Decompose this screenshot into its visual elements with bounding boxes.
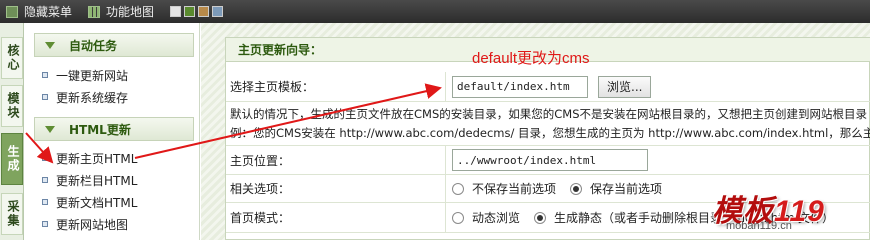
hide-menu-label: 隐藏菜单 (24, 5, 73, 19)
tab-generate[interactable]: 生成 (1, 133, 23, 185)
bullet-icon (42, 94, 48, 100)
menu-item-label: 更新主页HTML (56, 151, 138, 166)
hide-menu-button[interactable]: 隐藏菜单 (0, 0, 78, 23)
site-map-button[interactable]: 功能地图 (82, 0, 160, 23)
grid-icon (88, 5, 101, 18)
divider (445, 175, 446, 202)
menu-item-label: 更新网站地图 (56, 217, 129, 232)
theme-swatch[interactable] (170, 6, 182, 17)
position-label: 主页位置： (230, 153, 291, 168)
tab-collect[interactable]: 采集 (1, 193, 23, 235)
watermark-logo: 模板119 moban119.cn (712, 186, 864, 236)
menu-item-update-docs[interactable]: 更新文档HTML (42, 194, 137, 210)
menu-group-auto-tasks[interactable]: 自动任务 (34, 33, 194, 57)
menu-item-update-column[interactable]: 更新栏目HTML (42, 172, 137, 188)
option-label: 动态浏览 (472, 211, 521, 225)
theme-swatch[interactable] (198, 6, 210, 17)
template-value-cell: default/index.htm 浏览... (452, 72, 652, 101)
note-line-1: 默认的情况下，生成的主页文件放在CMS的安装目录，如果您的CMS不是安装在网站根… (230, 107, 867, 121)
bullet-icon (42, 72, 48, 78)
tab-modules[interactable]: 模块 (1, 85, 23, 127)
position-input[interactable]: ../wwwroot/index.html (452, 149, 648, 171)
bullet-icon (42, 199, 48, 205)
top-toolbar: 隐藏菜单 功能地图 (0, 0, 870, 23)
annotation-text: default更改为cms (472, 50, 590, 67)
menu-item-update-homepage[interactable]: 更新主页HTML (42, 150, 137, 166)
radio-checked-icon (570, 182, 583, 195)
radio-icon (452, 182, 464, 195)
tab-core[interactable]: 核心 (1, 37, 23, 79)
bullet-icon (42, 177, 48, 183)
option-label: 不保存当前选项 (472, 182, 557, 196)
site-map-label: 功能地图 (106, 5, 155, 19)
mode-dynamic[interactable]: 动态浏览 (452, 209, 520, 226)
chevron-down-icon (45, 125, 55, 133)
template-label: 选择主页模板： (230, 80, 315, 94)
menu-item-label: 更新栏目HTML (56, 173, 138, 188)
radio-icon (452, 211, 464, 224)
watermark-sub: moban119.cn (726, 220, 792, 232)
options-value-cell: 不保存当前选项 保存当前选项 (452, 175, 676, 202)
position-value-cell: ../wwwroot/index.html (452, 146, 648, 174)
divider (445, 146, 446, 174)
options-label: 相关选项： (230, 182, 291, 196)
mode-label: 首页模式： (230, 211, 291, 225)
menu-group-title: HTML更新 (69, 122, 131, 137)
hide-menu-icon (6, 5, 18, 18)
menu-item-update-sitemap[interactable]: 更新网站地图 (42, 216, 128, 232)
browse-button[interactable]: 浏览... (598, 75, 652, 98)
vertical-tabs: 核心 模块 生成 采集 (0, 23, 24, 240)
menu-item-update-cache[interactable]: 更新系统缓存 (42, 89, 128, 105)
bullet-icon (42, 221, 48, 227)
option-no-save[interactable]: 不保存当前选项 (452, 180, 556, 197)
menu-item-label: 更新系统缓存 (56, 90, 129, 105)
template-input[interactable]: default/index.htm (452, 75, 588, 98)
theme-swatch[interactable] (184, 6, 196, 17)
bullet-icon (42, 155, 48, 161)
menu-group-title: 自动任务 (69, 38, 118, 53)
radio-checked-icon (534, 211, 547, 224)
note-line-2: 例：您的CMS安装在 http://www.abc.com/dedecms/ 目… (230, 126, 870, 140)
menu-item-label: 一键更新网站 (56, 68, 129, 83)
menu-group-html-update[interactable]: HTML更新 (34, 117, 194, 141)
theme-swatches (170, 6, 224, 17)
divider (445, 203, 446, 232)
template-row: 选择主页模板： default/index.htm 浏览... (226, 72, 870, 102)
menu-item-update-site[interactable]: 一键更新网站 (42, 67, 128, 83)
menu-item-label: 更新文档HTML (56, 195, 138, 210)
option-save[interactable]: 保存当前选项 (570, 180, 662, 197)
option-label: 保存当前选项 (590, 182, 663, 196)
sidebar-menu: 自动任务 一键更新网站 更新系统缓存 HTML更新 更新主页HTML 更新栏目H… (24, 23, 200, 240)
divider (445, 72, 446, 101)
chevron-down-icon (45, 41, 55, 49)
position-row: 主页位置： ../wwwroot/index.html (226, 145, 870, 175)
theme-swatch[interactable] (212, 6, 224, 17)
